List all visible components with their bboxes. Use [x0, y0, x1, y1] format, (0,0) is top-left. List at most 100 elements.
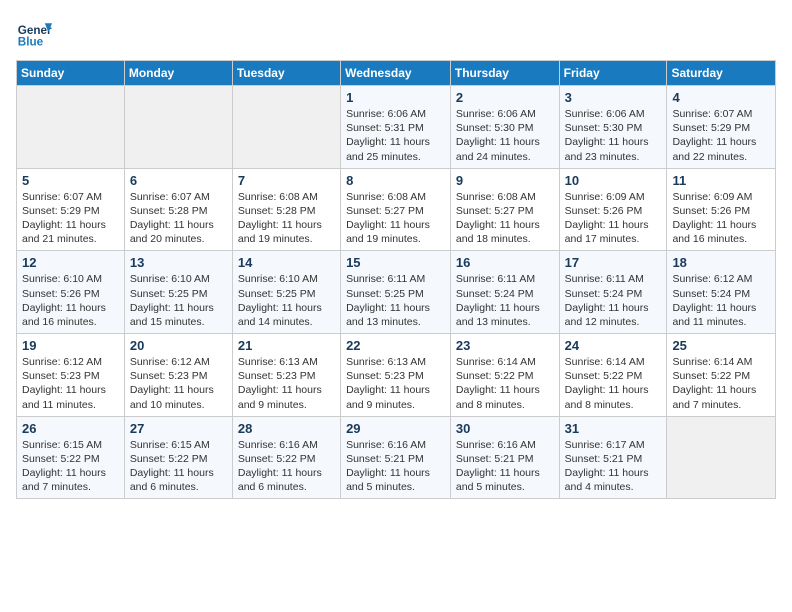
- day-info: Sunrise: 6:08 AM Sunset: 5:27 PM Dayligh…: [456, 190, 554, 247]
- day-info: Sunrise: 6:10 AM Sunset: 5:25 PM Dayligh…: [238, 272, 335, 329]
- calendar-cell: 21 Sunrise: 6:13 AM Sunset: 5:23 PM Dayli…: [232, 334, 340, 417]
- calendar-cell: 8 Sunrise: 6:08 AM Sunset: 5:27 PM Daylig…: [341, 168, 451, 251]
- day-number: 2: [456, 90, 554, 105]
- calendar-cell: 11 Sunrise: 6:09 AM Sunset: 5:26 PM Dayli…: [667, 168, 776, 251]
- day-number: 27: [130, 421, 227, 436]
- calendar-cell: 30 Sunrise: 6:16 AM Sunset: 5:21 PM Dayli…: [450, 416, 559, 499]
- day-info: Sunrise: 6:13 AM Sunset: 5:23 PM Dayligh…: [346, 355, 445, 412]
- day-info: Sunrise: 6:11 AM Sunset: 5:24 PM Dayligh…: [565, 272, 662, 329]
- day-info: Sunrise: 6:12 AM Sunset: 5:23 PM Dayligh…: [22, 355, 119, 412]
- day-number: 12: [22, 255, 119, 270]
- day-number: 5: [22, 173, 119, 188]
- calendar-cell: 19 Sunrise: 6:12 AM Sunset: 5:23 PM Dayli…: [17, 334, 125, 417]
- day-info: Sunrise: 6:11 AM Sunset: 5:24 PM Dayligh…: [456, 272, 554, 329]
- calendar-cell: 23Sunrise: 6:14 AM Sunset: 5:22 PM Dayli…: [450, 334, 559, 417]
- calendar-cell: [124, 86, 232, 169]
- day-number: 22: [346, 338, 445, 353]
- calendar-header: SundayMondayTuesdayWednesdayThursdayFrid…: [17, 61, 776, 86]
- day-info: Sunrise: 6:17 AM Sunset: 5:21 PM Dayligh…: [565, 438, 662, 495]
- calendar-cell: 14 Sunrise: 6:10 AM Sunset: 5:25 PM Dayli…: [232, 251, 340, 334]
- day-number: 10: [565, 173, 662, 188]
- calendar-cell: 15 Sunrise: 6:11 AM Sunset: 5:25 PM Dayli…: [341, 251, 451, 334]
- calendar-table: SundayMondayTuesdayWednesdayThursdayFrid…: [16, 60, 776, 499]
- calendar-cell: 3Sunrise: 6:06 AM Sunset: 5:30 PM Daylig…: [559, 86, 667, 169]
- day-number: 31: [565, 421, 662, 436]
- calendar-cell: 7 Sunrise: 6:08 AM Sunset: 5:28 PM Daylig…: [232, 168, 340, 251]
- weekday-header-saturday: Saturday: [667, 61, 776, 86]
- calendar-cell: 26Sunrise: 6:15 AM Sunset: 5:22 PM Dayli…: [17, 416, 125, 499]
- day-info: Sunrise: 6:07 AM Sunset: 5:28 PM Dayligh…: [130, 190, 227, 247]
- weekday-header-row: SundayMondayTuesdayWednesdayThursdayFrid…: [17, 61, 776, 86]
- day-info: Sunrise: 6:09 AM Sunset: 5:26 PM Dayligh…: [672, 190, 770, 247]
- day-info: Sunrise: 6:06 AM Sunset: 5:31 PM Dayligh…: [346, 107, 445, 164]
- weekday-header-friday: Friday: [559, 61, 667, 86]
- calendar-cell: 6 Sunrise: 6:07 AM Sunset: 5:28 PM Daylig…: [124, 168, 232, 251]
- page-header: General Blue: [16, 16, 776, 52]
- calendar-cell: 13Sunrise: 6:10 AM Sunset: 5:25 PM Dayli…: [124, 251, 232, 334]
- calendar-cell: [667, 416, 776, 499]
- day-number: 9: [456, 173, 554, 188]
- day-number: 20: [130, 338, 227, 353]
- calendar-week-2: 5 Sunrise: 6:07 AM Sunset: 5:29 PM Daylig…: [17, 168, 776, 251]
- calendar-cell: 2Sunrise: 6:06 AM Sunset: 5:30 PM Daylig…: [450, 86, 559, 169]
- day-number: 21: [238, 338, 335, 353]
- day-number: 14: [238, 255, 335, 270]
- calendar-week-3: 12Sunrise: 6:10 AM Sunset: 5:26 PM Dayli…: [17, 251, 776, 334]
- calendar-cell: 31 Sunrise: 6:17 AM Sunset: 5:21 PM Dayli…: [559, 416, 667, 499]
- day-number: 16: [456, 255, 554, 270]
- calendar-cell: 10 Sunrise: 6:09 AM Sunset: 5:26 PM Dayli…: [559, 168, 667, 251]
- calendar-cell: 5 Sunrise: 6:07 AM Sunset: 5:29 PM Daylig…: [17, 168, 125, 251]
- day-number: 15: [346, 255, 445, 270]
- day-number: 13: [130, 255, 227, 270]
- day-number: 25: [672, 338, 770, 353]
- calendar-cell: 25 Sunrise: 6:14 AM Sunset: 5:22 PM Dayli…: [667, 334, 776, 417]
- calendar-cell: 17Sunrise: 6:11 AM Sunset: 5:24 PM Dayli…: [559, 251, 667, 334]
- day-info: Sunrise: 6:12 AM Sunset: 5:23 PM Dayligh…: [130, 355, 227, 412]
- day-info: Sunrise: 6:12 AM Sunset: 5:24 PM Dayligh…: [672, 272, 770, 329]
- day-info: Sunrise: 6:07 AM Sunset: 5:29 PM Dayligh…: [22, 190, 119, 247]
- day-info: Sunrise: 6:14 AM Sunset: 5:22 PM Dayligh…: [565, 355, 662, 412]
- calendar-week-4: 19 Sunrise: 6:12 AM Sunset: 5:23 PM Dayli…: [17, 334, 776, 417]
- day-number: 11: [672, 173, 770, 188]
- calendar-cell: 24Sunrise: 6:14 AM Sunset: 5:22 PM Dayli…: [559, 334, 667, 417]
- day-info: Sunrise: 6:13 AM Sunset: 5:23 PM Dayligh…: [238, 355, 335, 412]
- day-number: 30: [456, 421, 554, 436]
- day-info: Sunrise: 6:08 AM Sunset: 5:28 PM Dayligh…: [238, 190, 335, 247]
- calendar-cell: 9 Sunrise: 6:08 AM Sunset: 5:27 PM Daylig…: [450, 168, 559, 251]
- calendar-cell: 29 Sunrise: 6:16 AM Sunset: 5:21 PM Dayli…: [341, 416, 451, 499]
- weekday-header-tuesday: Tuesday: [232, 61, 340, 86]
- day-info: Sunrise: 6:16 AM Sunset: 5:21 PM Dayligh…: [346, 438, 445, 495]
- day-info: Sunrise: 6:14 AM Sunset: 5:22 PM Dayligh…: [456, 355, 554, 412]
- day-info: Sunrise: 6:11 AM Sunset: 5:25 PM Dayligh…: [346, 272, 445, 329]
- calendar-week-5: 26Sunrise: 6:15 AM Sunset: 5:22 PM Dayli…: [17, 416, 776, 499]
- day-number: 6: [130, 173, 227, 188]
- day-info: Sunrise: 6:14 AM Sunset: 5:22 PM Dayligh…: [672, 355, 770, 412]
- calendar-cell: [17, 86, 125, 169]
- logo: General Blue: [16, 16, 52, 52]
- day-number: 18: [672, 255, 770, 270]
- calendar-cell: 18 Sunrise: 6:12 AM Sunset: 5:24 PM Dayli…: [667, 251, 776, 334]
- calendar-cell: 28 Sunrise: 6:16 AM Sunset: 5:22 PM Dayli…: [232, 416, 340, 499]
- day-number: 28: [238, 421, 335, 436]
- calendar-body: 1Sunrise: 6:06 AM Sunset: 5:31 PM Daylig…: [17, 86, 776, 499]
- day-info: Sunrise: 6:16 AM Sunset: 5:22 PM Dayligh…: [238, 438, 335, 495]
- weekday-header-wednesday: Wednesday: [341, 61, 451, 86]
- calendar-cell: 1Sunrise: 6:06 AM Sunset: 5:31 PM Daylig…: [341, 86, 451, 169]
- day-number: 19: [22, 338, 119, 353]
- calendar-cell: 27 Sunrise: 6:15 AM Sunset: 5:22 PM Dayli…: [124, 416, 232, 499]
- calendar-cell: 20 Sunrise: 6:12 AM Sunset: 5:23 PM Dayli…: [124, 334, 232, 417]
- calendar-week-1: 1Sunrise: 6:06 AM Sunset: 5:31 PM Daylig…: [17, 86, 776, 169]
- day-number: 8: [346, 173, 445, 188]
- calendar-cell: 22 Sunrise: 6:13 AM Sunset: 5:23 PM Dayli…: [341, 334, 451, 417]
- day-info: Sunrise: 6:06 AM Sunset: 5:30 PM Dayligh…: [565, 107, 662, 164]
- day-number: 29: [346, 421, 445, 436]
- day-info: Sunrise: 6:15 AM Sunset: 5:22 PM Dayligh…: [130, 438, 227, 495]
- day-info: Sunrise: 6:16 AM Sunset: 5:21 PM Dayligh…: [456, 438, 554, 495]
- day-info: Sunrise: 6:07 AM Sunset: 5:29 PM Dayligh…: [672, 107, 770, 164]
- day-info: Sunrise: 6:08 AM Sunset: 5:27 PM Dayligh…: [346, 190, 445, 247]
- weekday-header-thursday: Thursday: [450, 61, 559, 86]
- day-number: 7: [238, 173, 335, 188]
- day-info: Sunrise: 6:09 AM Sunset: 5:26 PM Dayligh…: [565, 190, 662, 247]
- logo-icon: General Blue: [16, 16, 52, 52]
- calendar-cell: 16 Sunrise: 6:11 AM Sunset: 5:24 PM Dayli…: [450, 251, 559, 334]
